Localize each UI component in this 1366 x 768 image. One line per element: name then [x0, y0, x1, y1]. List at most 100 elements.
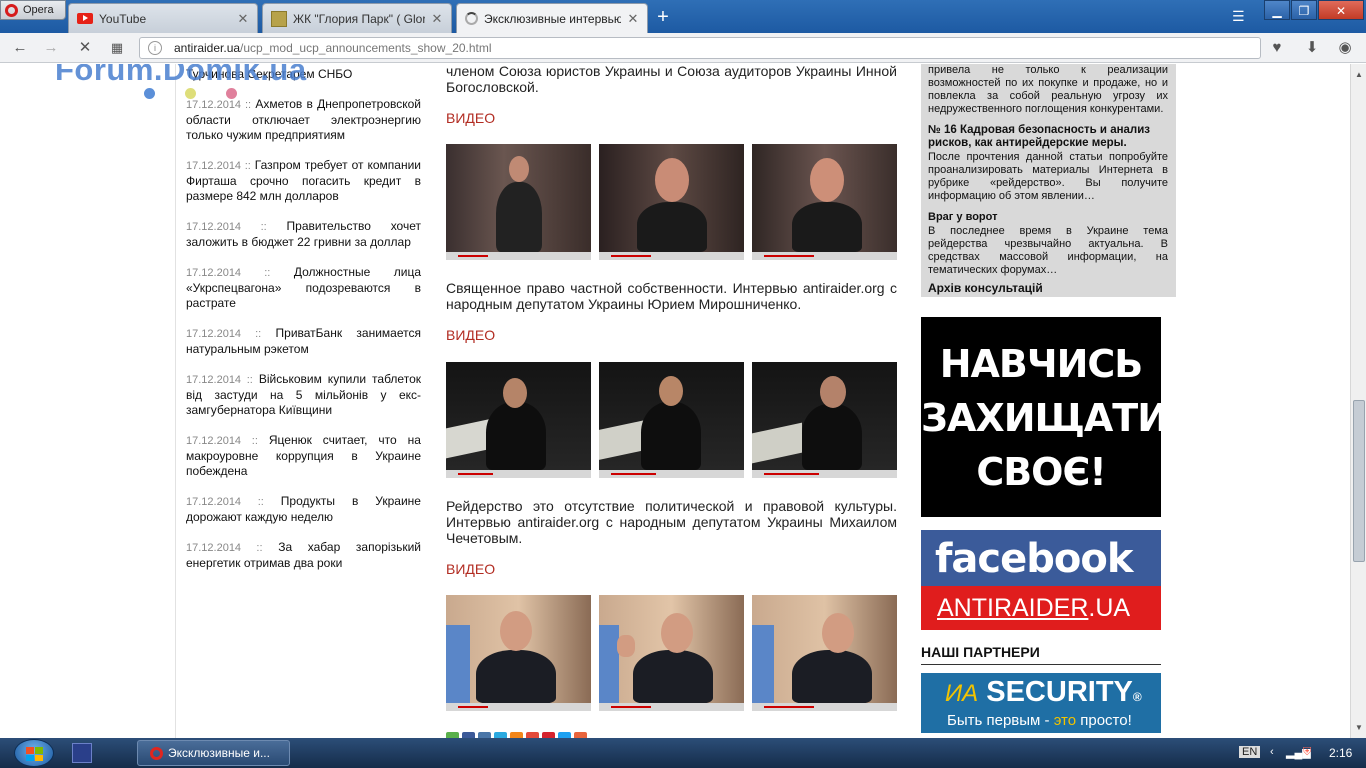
learn-to-protect-banner[interactable]: НАВЧИСЬ ЗАХИЩАТИ СВОЄ! — [921, 317, 1169, 517]
news-item[interactable]: 17.12.2014 :: Військовим купили таблеток… — [186, 372, 421, 418]
video-link[interactable]: ВИДЕО — [446, 561, 897, 577]
news-list: Турчинова Секретарем СНБО 17.12.2014 :: … — [186, 64, 421, 586]
dot — [144, 88, 155, 99]
download-icon[interactable]: ⬇ — [1302, 38, 1322, 58]
banner-line: ЗАХИЩАТИ — [921, 396, 1169, 440]
news-item[interactable]: 17.12.2014 :: Правительство хочет заложи… — [186, 219, 421, 250]
news-item[interactable]: 17.12.2014 :: Яценюк считает, что на мак… — [186, 433, 421, 479]
navigation-bar: ← → ✕ ▦ i antiraider.ua/ucp_mod_ucp_anno… — [0, 33, 1366, 63]
taskbar-window-title: Эксклюзивные и... — [168, 746, 270, 760]
site-info-icon[interactable]: i — [148, 41, 162, 55]
taskbar-opera-window[interactable]: Эксклюзивные и... — [137, 740, 290, 766]
consultation-title[interactable]: Враг у ворот — [928, 211, 1168, 224]
close-tab-icon[interactable]: ✕ — [627, 11, 639, 27]
video-thumbnail[interactable] — [599, 595, 744, 711]
tab-gloria-park[interactable]: ЖК "Глория Парк" ( Gloria P ✕ — [262, 3, 452, 33]
scrollbar-thumb[interactable] — [1353, 400, 1365, 562]
watermark-dots — [144, 88, 237, 99]
archive-link[interactable]: Архів консультацій — [928, 282, 1168, 295]
close-window-button[interactable]: ✕ — [1318, 0, 1364, 20]
facebook-banner[interactable]: facebook ANTIRAIDER.UA — [921, 530, 1161, 630]
consultation-text: В последнее время в Украине тема рейдерс… — [928, 225, 1168, 276]
start-button[interactable] — [14, 739, 54, 767]
news-item[interactable]: 17.12.2014 :: Продукты в Украине дорожаю… — [186, 494, 421, 525]
minimize-button[interactable]: ▁ — [1264, 0, 1290, 20]
windows-taskbar: Эксклюзивные и... EN ‹ ▂▄▆ ⛨ 2:16 — [0, 738, 1366, 768]
tab-exclusive-interviews[interactable]: Эксклюзивные интервью ✕ — [456, 3, 648, 33]
news-date: 17.12.2014 :: — [186, 99, 252, 111]
news-item[interactable]: 17.12.2014 :: Ахметов в Днепропетровской… — [186, 97, 421, 143]
slogan-part: просто! — [1076, 712, 1132, 729]
news-item[interactable]: 17.12.2014 :: За хабар запорізький енерг… — [186, 540, 421, 571]
opera-menu-button[interactable]: Opera — [0, 0, 66, 20]
security-ia: ИА — [945, 680, 979, 707]
news-date: 17.12.2014 :: — [186, 328, 262, 340]
language-indicator[interactable]: EN — [1239, 746, 1261, 758]
address-bar[interactable]: i antiraider.ua/ucp_mod_ucp_announcement… — [139, 37, 1261, 59]
forward-arrow-icon[interactable]: → — [41, 38, 61, 58]
url-host: antiraider.ua — [174, 41, 241, 55]
news-date: 17.12.2014 :: — [186, 374, 253, 386]
security-name: SECURITY — [986, 676, 1133, 708]
opera-logo-icon — [5, 3, 18, 17]
scroll-down-icon[interactable]: ▼ — [1355, 723, 1363, 732]
video-thumbnail[interactable] — [752, 362, 897, 478]
close-tab-icon[interactable]: ✕ — [431, 11, 443, 27]
video-thumbnail[interactable] — [599, 362, 744, 478]
video-thumbnails-row — [446, 144, 897, 260]
youtube-favicon-icon — [77, 13, 93, 24]
opera-menu-label: Opera — [23, 4, 54, 16]
consultation-title[interactable]: № 16 Кадровая безопасность и анализ риск… — [928, 124, 1168, 150]
tab-title: ЖК "Глория Парк" ( Gloria P — [293, 11, 425, 26]
banner-line: НАВЧИСЬ — [939, 342, 1144, 386]
browser-tab-strip: Opera YouTube ✕ ЖК "Глория Парк" ( Glori… — [0, 0, 1366, 33]
url-path: /ucp_mod_ucp_announcements_show_20.html — [240, 41, 492, 55]
slogan-highlight: это — [1053, 712, 1077, 729]
ia-security-banner[interactable]: ИА SECURITY® Быть первым - это просто! — [921, 673, 1161, 733]
windows-logo-icon — [26, 747, 43, 761]
interview-description: Священное право частной собственности. И… — [446, 280, 897, 312]
stop-loading-icon[interactable]: ✕ — [75, 38, 95, 58]
new-tab-button[interactable]: + — [652, 6, 674, 28]
video-thumbnail[interactable] — [752, 144, 897, 260]
registered-mark: ® — [1132, 690, 1142, 704]
site-tld: .UA — [1088, 594, 1131, 622]
consultation-text: После прочтения данной статьи попробуйте… — [928, 151, 1168, 202]
video-thumbnail[interactable] — [752, 595, 897, 711]
news-item[interactable]: 17.12.2014 :: ПриватБанк занимается нату… — [186, 326, 421, 357]
news-item[interactable]: 17.12.2014 :: Газпром требует от компани… — [186, 158, 421, 204]
tab-youtube[interactable]: YouTube ✕ — [68, 3, 258, 33]
consultation-text: привела не только к реализации возможнос… — [928, 64, 1168, 115]
video-link[interactable]: ВИДЕО — [446, 110, 897, 126]
news-date: 17.12.2014 :: — [186, 496, 264, 508]
maximize-button[interactable]: ❐ — [1291, 0, 1317, 20]
scroll-up-icon[interactable]: ▲ — [1355, 70, 1363, 79]
site-favicon-icon — [271, 10, 287, 27]
clock[interactable]: 2:16 — [1329, 746, 1352, 760]
video-link[interactable]: ВИДЕО — [446, 327, 897, 343]
vertical-scrollbar[interactable]: ▲ ▼ — [1350, 64, 1366, 738]
tab-menu-icon[interactable]: ☰ — [1232, 8, 1245, 25]
security-shield-icon[interactable]: ⛨ — [1303, 746, 1311, 759]
site-name: ANTIRAIDER — [937, 594, 1089, 622]
interview-description: членом Союза юристов Украины и Союза ауд… — [446, 64, 897, 95]
account-icon[interactable]: ◉ — [1335, 38, 1355, 58]
tray-expand-icon[interactable]: ‹ — [1270, 746, 1274, 758]
video-thumbnail[interactable] — [446, 595, 591, 711]
left-column-divider — [175, 64, 176, 738]
web-page: Турчинова Секретарем СНБО 17.12.2014 :: … — [0, 64, 1350, 738]
speed-dial-grid-icon[interactable]: ▦ — [107, 38, 127, 58]
app-pinned-icon[interactable] — [72, 743, 92, 763]
video-thumbnail[interactable] — [599, 144, 744, 260]
close-tab-icon[interactable]: ✕ — [237, 11, 249, 27]
video-thumbnail[interactable] — [446, 144, 591, 260]
interview-description: Рейдерство это отсутствие политической и… — [446, 498, 897, 546]
tab-title: Эксклюзивные интервью — [484, 11, 621, 26]
news-item[interactable]: 17.12.2014 :: Должностные лица «Укрспецв… — [186, 265, 421, 311]
facebook-logo: facebook — [935, 536, 1133, 582]
video-thumbnail[interactable] — [446, 362, 591, 478]
back-arrow-icon[interactable]: ← — [10, 38, 30, 58]
facebook-site-label: ANTIRAIDER.UA — [921, 586, 1161, 630]
heart-stash-icon[interactable]: ♥ — [1267, 38, 1287, 58]
banner-line: СВОЄ! — [976, 450, 1106, 494]
